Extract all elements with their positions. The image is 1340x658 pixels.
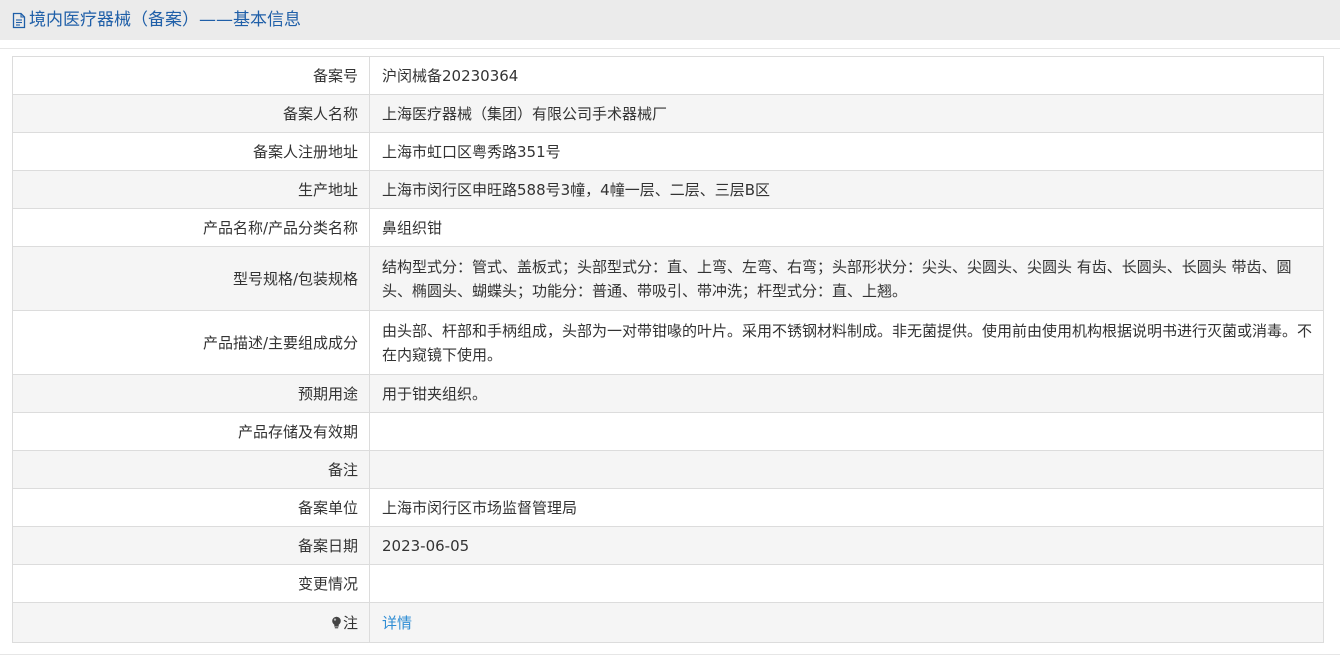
field-value-production-address: 上海市闵行区申旺路588号3幢，4幢一层、二层、三层B区 [369,170,1324,209]
page-title-text: 境内医疗器械（备案）——基本信息 [29,10,301,30]
field-value-change-status [369,564,1324,603]
table-row: 产品描述/主要组成成分 由头部、杆部和手柄组成，头部为一对带钳喙的叶片。采用不锈… [12,310,1324,375]
table-row: 备案日期 2023-06-05 [12,526,1324,565]
field-label-change-status: 变更情况 [12,564,370,603]
table-row: 产品存储及有效期 [12,412,1324,451]
field-label-product-description: 产品描述/主要组成成分 [12,310,370,375]
field-value-product-name: 鼻组织钳 [369,208,1324,247]
divider [0,654,1340,655]
field-value-record-authority: 上海市闵行区市场监督管理局 [369,488,1324,527]
table-row: 生产地址 上海市闵行区申旺路588号3幢，4幢一层、二层、三层B区 [12,170,1324,209]
table-row: 预期用途 用于钳夹组织。 [12,374,1324,413]
table-row: 备案人名称 上海医疗器械（集团）有限公司手术器械厂 [12,94,1324,133]
field-value-registrant-address: 上海市虹口区粤秀路351号 [369,132,1324,171]
field-label-storage-validity: 产品存储及有效期 [12,412,370,451]
field-label-registrant-address: 备案人注册地址 [12,132,370,171]
field-value-model-spec: 结构型式分：管式、盖板式；头部型式分：直、上弯、左弯、右弯；头部形状分：尖头、尖… [369,246,1324,311]
table-row: 变更情况 [12,564,1324,603]
details-link[interactable]: 详情 [382,614,412,632]
document-icon [12,12,26,29]
field-value-intended-use: 用于钳夹组织。 [369,374,1324,413]
field-label-record-authority: 备案单位 [12,488,370,527]
field-label-registrant-name: 备案人名称 [12,94,370,133]
table-row: 备案人注册地址 上海市虹口区粤秀路351号 [12,132,1324,171]
table-row: 备案单位 上海市闵行区市场监督管理局 [12,488,1324,527]
field-value-registrant-name: 上海医疗器械（集团）有限公司手术器械厂 [369,94,1324,133]
table-row: 产品名称/产品分类名称 鼻组织钳 [12,208,1324,247]
table-row: 备案号 沪闵械备20230364 [12,56,1324,95]
field-label-intended-use: 预期用途 [12,374,370,413]
note-label-text: 注 [342,614,358,632]
page-header: 境内医疗器械（备案）——基本信息 [0,0,1340,40]
field-value-remarks [369,450,1324,489]
basic-info-table: 备案号 沪闵械备20230364 备案人名称 上海医疗器械（集团）有限公司手术器… [12,56,1324,643]
field-value-record-date: 2023-06-05 [369,526,1324,565]
field-value-record-number: 沪闵械备20230364 [369,56,1324,95]
field-label-note: 注 [12,602,370,643]
field-label-product-name: 产品名称/产品分类名称 [12,208,370,247]
field-value-storage-validity [369,412,1324,451]
field-label-production-address: 生产地址 [12,170,370,209]
field-label-record-date: 备案日期 [12,526,370,565]
field-value-note: 详情 [369,602,1324,643]
field-label-record-number: 备案号 [12,56,370,95]
table-row: 备注 [12,450,1324,489]
table-row: 注 详情 [12,602,1324,643]
table-row: 型号规格/包装规格 结构型式分：管式、盖板式；头部型式分：直、上弯、左弯、右弯；… [12,246,1324,311]
page-title: 境内医疗器械（备案）——基本信息 [12,9,301,31]
field-label-model-spec: 型号规格/包装规格 [12,246,370,311]
field-label-remarks: 备注 [12,450,370,489]
field-value-product-description: 由头部、杆部和手柄组成，头部为一对带钳喙的叶片。采用不锈钢材料制成。非无菌提供。… [369,310,1324,375]
lightbulb-icon [331,615,342,629]
